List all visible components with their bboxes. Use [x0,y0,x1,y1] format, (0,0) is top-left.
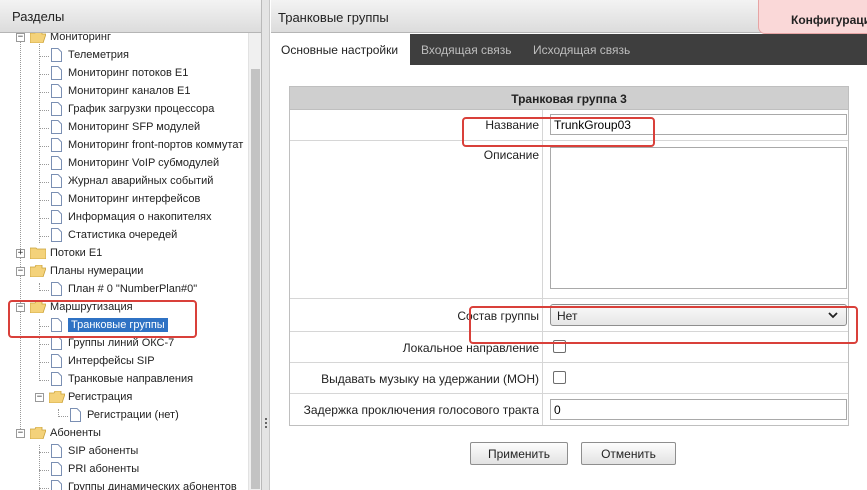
description-label: Описание [483,148,539,162]
description-textarea[interactable] [550,147,847,289]
page-icon [51,66,62,80]
collapse-toggle-icon[interactable]: − [16,33,25,42]
page-icon [51,228,62,242]
folder-open-icon [49,391,65,403]
tab-bar: Основные настройки Входящая связь Исходя… [271,34,867,65]
scrollbar-thumb[interactable] [251,69,260,489]
delay-input[interactable] [550,399,847,420]
row-delay: Задержка проключения голосового тракта [290,394,848,425]
page-icon [51,210,62,224]
page-icon [51,336,62,350]
folder-open-icon [30,265,46,277]
page-icon [51,192,62,206]
highlight-name [462,117,655,147]
page-icon [51,372,62,386]
page-icon [51,48,62,62]
sections-tree: − Мониторинг Телеметрия Мониторинг потоко… [0,33,248,490]
folder-icon [30,247,46,259]
page-icon [51,156,62,170]
page-icon [51,354,62,368]
folder-open-icon [30,427,46,439]
collapse-toggle-icon[interactable]: − [16,429,25,438]
content-panel: Транковые группы Конфигурация Основные н… [271,0,867,490]
delay-label: Задержка проключения голосового тракта [303,403,539,417]
row-moh: Выдавать музыку на удержании (МОН) [290,363,848,394]
page-icon [51,138,62,152]
cancel-button[interactable]: Отменить [581,442,676,465]
page-icon [51,480,62,490]
page-icon [51,282,62,296]
row-description: Описание [290,141,848,299]
tree-node-monitoring[interactable]: − Мониторинг [0,33,248,47]
page-icon [51,120,62,134]
tab-outgoing[interactable]: Исходящая связь [523,34,640,65]
configuration-button[interactable]: Конфигурация [758,0,867,34]
page-icon [51,462,62,476]
folder-open-icon [30,33,46,43]
highlight-routing [8,300,197,338]
splitter-handle-icon[interactable] [265,418,267,428]
page-icon [51,84,62,98]
moh-label: Выдавать музыку на удержании (МОН) [321,372,539,386]
expand-toggle-icon[interactable]: + [16,249,25,258]
page-icon [51,102,62,116]
form-title: Транковая группа 3 [290,87,848,110]
page-icon [70,408,81,422]
collapse-toggle-icon[interactable]: − [16,267,25,276]
moh-checkbox[interactable] [553,371,566,384]
page-icon [51,174,62,188]
sections-header: Разделы [0,0,261,33]
tree-scrollbar[interactable] [248,33,261,490]
collapse-toggle-icon[interactable]: − [35,393,44,402]
sections-panel: Разделы − Мониторинг Телеметрия Мониторин… [0,0,262,490]
panel-splitter[interactable] [262,0,270,490]
tab-basic-settings[interactable]: Основные настройки [271,34,410,65]
page-icon [51,444,62,458]
tab-incoming[interactable]: Входящая связь [411,34,522,65]
highlight-composition [469,306,858,344]
apply-button[interactable]: Применить [470,442,568,465]
